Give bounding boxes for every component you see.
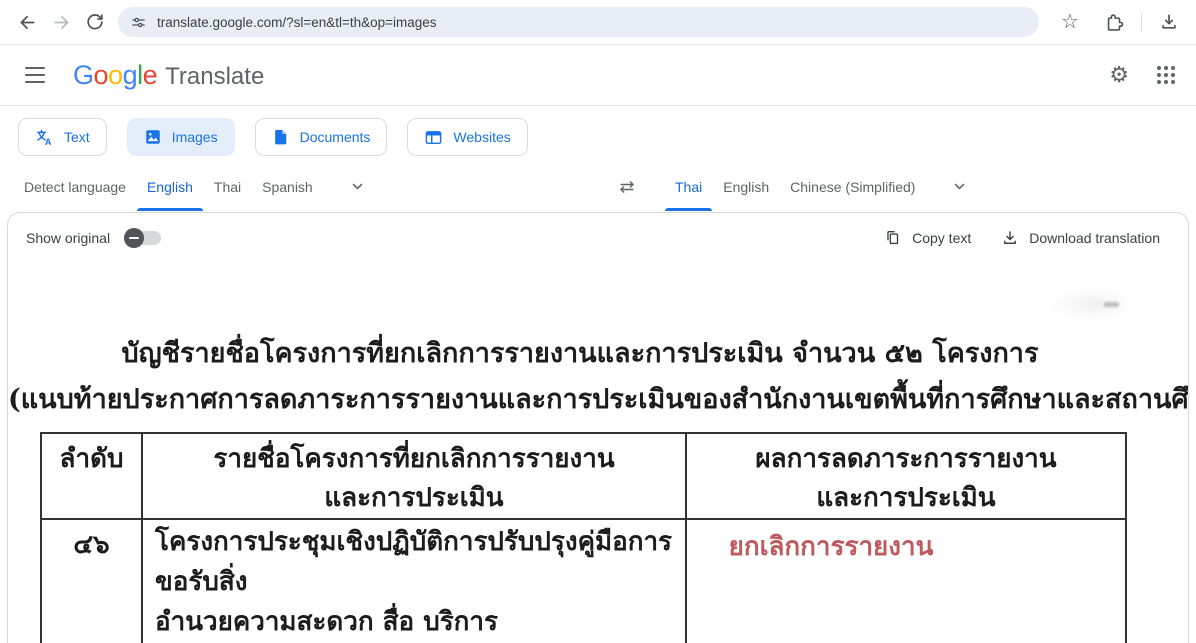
copy-text-label: Copy text <box>912 230 971 246</box>
source-lang-detect[interactable]: Detect language <box>24 162 126 211</box>
target-lang-chinese[interactable]: Chinese (Simplified) <box>790 162 915 211</box>
header-cell-no: ลำดับ <box>41 433 142 519</box>
tab-label: Text <box>64 129 90 145</box>
source-lang-thai[interactable]: Thai <box>214 162 241 211</box>
tab-images[interactable]: Images <box>127 118 235 156</box>
document-title: บัญชีรายชื่อโครงการที่ยกเลิกการรายงานและ… <box>8 331 1188 374</box>
translated-image: บัญชีรายชื่อโครงการที่ยกเลิกการรายงานและ… <box>8 264 1188 643</box>
product-name: Translate <box>165 63 264 91</box>
translate-text-icon: A <box>35 128 54 147</box>
main-menu-icon[interactable] <box>17 57 53 93</box>
tab-text[interactable]: A Text <box>18 118 107 156</box>
language-bar: Detect language English Thai Spanish Tha… <box>0 162 1196 211</box>
tab-documents[interactable]: Documents <box>255 118 388 156</box>
show-original-toggle[interactable] <box>124 228 161 248</box>
toolbar-divider <box>1141 13 1142 31</box>
source-lang-english[interactable]: English <box>147 162 193 211</box>
show-original-control: Show original <box>26 228 161 248</box>
source-language-list: Detect language English Thai Spanish <box>24 162 367 211</box>
tab-label: Images <box>172 129 218 145</box>
settings-gear-icon[interactable]: ⚙ <box>1109 64 1129 86</box>
table-header-row: ลำดับ รายชื่อโครงการที่ยกเลิกการรายงาน แ… <box>41 433 1126 519</box>
target-language-list: Thai English Chinese (Simplified) <box>617 162 969 211</box>
target-more-languages-chevron-down-icon[interactable] <box>950 177 969 196</box>
back-icon[interactable] <box>10 5 44 39</box>
website-icon <box>424 128 443 147</box>
copy-icon <box>884 229 902 247</box>
document-icon <box>272 128 290 146</box>
browser-toolbar: translate.google.com/?sl=en&tl=th&op=ima… <box>0 0 1196 45</box>
image-translation-panel: Show original Copy text Download transla… <box>7 212 1189 643</box>
address-bar[interactable]: translate.google.com/?sl=en&tl=th&op=ima… <box>118 7 1039 37</box>
url-text: translate.google.com/?sl=en&tl=th&op=ima… <box>157 15 437 30</box>
result-toolbar: Show original Copy text Download transla… <box>8 213 1188 263</box>
translate-mode-tabs: A Text Images Documents Websites <box>0 106 1196 162</box>
row-cell-no: ๔๖ <box>41 519 142 643</box>
app-header: Google Translate ⚙ <box>0 45 1196 106</box>
download-translation-label: Download translation <box>1029 230 1160 246</box>
target-lang-english[interactable]: English <box>723 162 769 211</box>
google-apps-icon[interactable] <box>1157 66 1175 84</box>
table-row: ๔๖ โครงการประชุมเชิงปฏิบัติการปรับปรุงคู… <box>41 519 1126 643</box>
downloads-icon[interactable] <box>1152 5 1186 39</box>
download-translation-button[interactable]: Download translation <box>1001 229 1160 247</box>
row-cell-result: ยกเลิกการรายงาน <box>686 519 1126 643</box>
copy-text-button[interactable]: Copy text <box>884 229 971 247</box>
scan-artifact <box>1048 288 1138 322</box>
svg-text:A: A <box>45 137 52 147</box>
tab-label: Documents <box>300 129 371 145</box>
google-translate-logo[interactable]: Google Translate <box>73 60 264 91</box>
target-lang-thai[interactable]: Thai <box>675 162 702 211</box>
tab-websites[interactable]: Websites <box>407 118 527 156</box>
google-logo-text: Google <box>73 60 157 91</box>
tab-label: Websites <box>453 129 510 145</box>
extensions-icon[interactable] <box>1097 5 1131 39</box>
toggle-thumb-minus-icon <box>124 228 144 248</box>
image-icon <box>144 128 162 146</box>
reload-icon[interactable] <box>78 5 112 39</box>
bookmark-star-icon[interactable]: ☆ <box>1053 5 1087 39</box>
source-more-languages-chevron-down-icon[interactable] <box>348 177 367 196</box>
show-original-label: Show original <box>26 230 110 246</box>
swap-languages-icon[interactable] <box>617 177 637 197</box>
header-cell-result: ผลการลดภาระการรายงาน และการประเมิน <box>686 433 1126 519</box>
header-cell-project: รายชื่อโครงการที่ยกเลิกการรายงาน และการป… <box>142 433 686 519</box>
download-icon <box>1001 229 1019 247</box>
document-subtitle: (แนบท้ายประกาศการลดภาระการรายงานและการปร… <box>8 377 1188 420</box>
source-lang-spanish[interactable]: Spanish <box>262 162 313 211</box>
site-info-icon[interactable] <box>130 14 147 31</box>
row-cell-project: โครงการประชุมเชิงปฏิบัติการปรับปรุงคู่มื… <box>142 519 686 643</box>
forward-icon[interactable] <box>44 5 78 39</box>
translated-table: ลำดับ รายชื่อโครงการที่ยกเลิกการรายงาน แ… <box>40 432 1127 643</box>
